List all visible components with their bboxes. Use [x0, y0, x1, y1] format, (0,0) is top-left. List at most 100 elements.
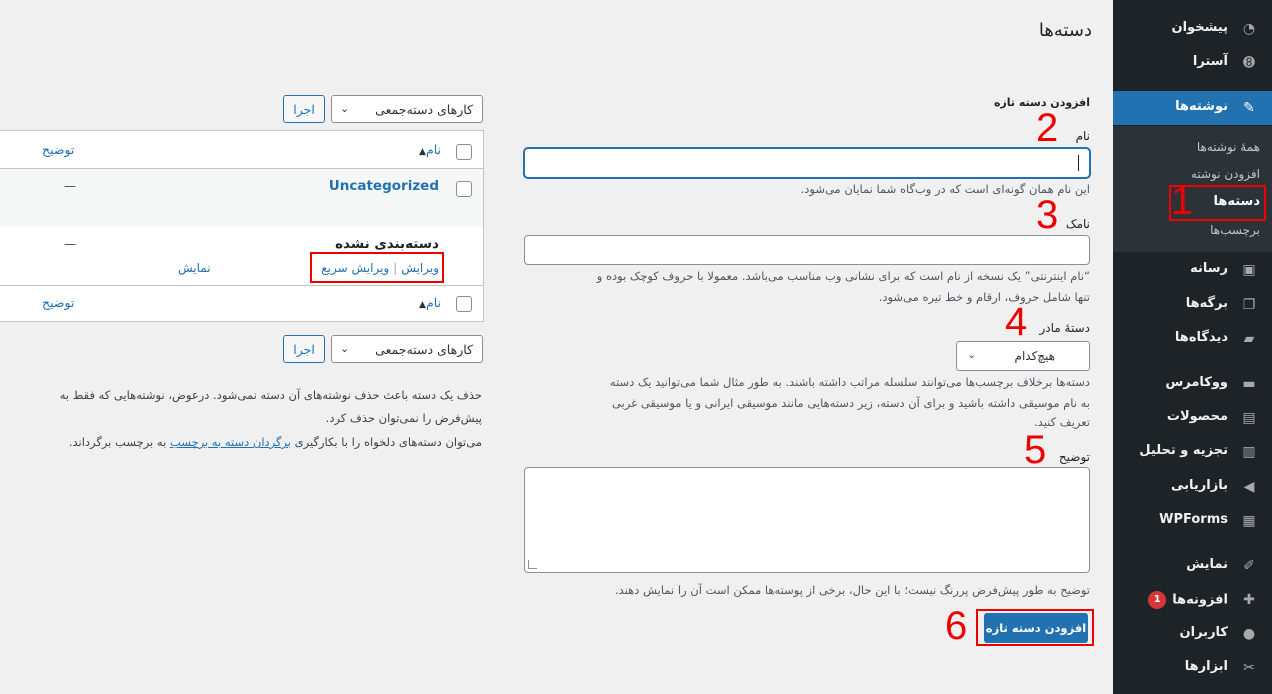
- menu-posts[interactable]: ✎ نوشته‌ها: [1105, 91, 1272, 125]
- category-name-link[interactable]: Uncategorized: [329, 178, 439, 194]
- annotation-1: 1: [1171, 179, 1194, 223]
- comments-icon: ▰: [1243, 331, 1255, 347]
- note-text: به برچسب برگرداند.: [68, 435, 170, 449]
- row-checkbox[interactable]: [456, 181, 472, 197]
- column-name-sort-bottom[interactable]: نام▲: [415, 295, 441, 310]
- appearance-icon: ✐: [1243, 558, 1255, 574]
- menu-marketing[interactable]: ◀ بازاریابی: [1113, 470, 1272, 504]
- admin-sidebar: ◔ پیشخوان ➑ آسترا ✎ نوشته‌ها همهٔ نوشته‌ها …: [1105, 0, 1272, 694]
- apply-button-top[interactable]: اجرا: [283, 95, 325, 123]
- woocommerce-icon: ▬: [1242, 376, 1256, 392]
- name-input[interactable]: [524, 148, 1090, 178]
- wpforms-icon: ▦: [1242, 513, 1256, 529]
- menu-plugins[interactable]: ✚ افزونه‌ها 1: [1113, 583, 1272, 617]
- table-footer: نام▲ توضیح: [0, 285, 483, 321]
- menu-astra[interactable]: ➑ آسترا: [1113, 46, 1272, 80]
- menu-label: رسانه: [1190, 261, 1228, 276]
- menu-label: کاربران: [1179, 625, 1228, 640]
- submenu-add-post[interactable]: افزودن نوشته: [1191, 167, 1260, 181]
- annotation-4: 4: [1005, 300, 1028, 344]
- annotation-5: 5: [1024, 428, 1047, 472]
- column-description[interactable]: توضیح: [42, 142, 74, 157]
- note-text: می‌توان دسته‌های دلخواه را با بکارگیری: [291, 435, 482, 449]
- bulk-actions-select-bottom[interactable]: کارهای دسته‌جمعی ⌄: [331, 335, 483, 363]
- note-line-1: حذف یک دسته باعث حذف نوشته‌های آن دسته ن…: [59, 388, 482, 402]
- menu-analytics[interactable]: ▥ تجزیه و تحلیل: [1113, 435, 1272, 469]
- highlight-row-actions: [310, 252, 444, 283]
- bulk-actions-value: کارهای دسته‌جمعی: [375, 342, 473, 357]
- text-cursor: [1078, 155, 1079, 171]
- menu-media[interactable]: ▣ رسانه: [1113, 253, 1272, 287]
- menu-label: محصولات: [1166, 409, 1228, 424]
- description-label: توضیح: [1058, 450, 1090, 464]
- annotation-3: 3: [1036, 193, 1059, 237]
- menu-label: تجزیه و تحلیل: [1139, 443, 1228, 458]
- slug-input[interactable]: [524, 235, 1090, 265]
- pin-icon: ✎: [1243, 100, 1255, 116]
- menu-dashboard[interactable]: ◔ پیشخوان: [1113, 12, 1272, 46]
- menu-label: ابزارها: [1184, 659, 1228, 674]
- menu-appearance[interactable]: ✐ نمایش: [1113, 549, 1272, 583]
- menu-label: دیدگاه‌ها: [1174, 330, 1228, 345]
- submenu-tags[interactable]: برچسب‌ها: [1210, 223, 1260, 237]
- description-textarea[interactable]: [524, 467, 1090, 573]
- note-line-2: پیش‌فرض را نمی‌توان حذف کرد.: [325, 411, 482, 425]
- parent-label: دستهٔ مادر: [1039, 321, 1091, 335]
- pages-icon: ❐: [1242, 297, 1256, 313]
- menu-label: آسترا: [1192, 54, 1228, 69]
- menu-wpforms[interactable]: ▦ WPForms: [1113, 504, 1272, 538]
- chevron-down-icon: ⌄: [340, 102, 350, 115]
- users-icon: ●: [1242, 626, 1256, 642]
- parent-select[interactable]: هیچ‌کدام ⌄: [956, 341, 1090, 371]
- menu-woocommerce[interactable]: ▬ ووکامرس: [1113, 367, 1272, 401]
- note-line-3: می‌توان دسته‌های دلخواه را با بکارگیری ب…: [69, 432, 482, 453]
- category-description: —: [64, 179, 76, 193]
- column-name-sort[interactable]: نام▲: [415, 142, 441, 157]
- menu-label: WPForms: [1159, 512, 1228, 527]
- megaphone-icon: ◀: [1243, 479, 1255, 495]
- slug-label: نامک: [1065, 217, 1090, 231]
- menu-label: نمایش: [1186, 557, 1228, 572]
- tools-icon: ✂: [1243, 660, 1255, 676]
- category-to-tag-link[interactable]: برگردان دسته به برچسب: [170, 435, 291, 449]
- astra-icon: ➑: [1243, 55, 1255, 71]
- chevron-down-icon: ⌄: [340, 342, 350, 355]
- resize-handle[interactable]: [528, 560, 537, 569]
- table-row: Uncategorized —: [0, 169, 483, 227]
- dashboard-icon: ◔: [1242, 21, 1256, 37]
- menu-comments[interactable]: ▰ دیدگاه‌ها: [1113, 322, 1272, 356]
- column-name-label: نام: [425, 295, 441, 310]
- column-description-bottom[interactable]: توضیح: [42, 295, 74, 310]
- menu-tools[interactable]: ✂ ابزارها: [1113, 651, 1272, 685]
- parent-help-3: تعریف کنید.: [1034, 415, 1090, 429]
- slug-help-1: “نام اینترنتی” یک نسخه از نام است که برا…: [596, 269, 1090, 283]
- menu-pages[interactable]: ❐ برگه‌ها: [1113, 288, 1272, 322]
- parent-help-2: به نام موسیقی داشته باشید و برای آن دسته…: [612, 396, 1090, 410]
- plugins-icon: ✚: [1243, 592, 1255, 608]
- menu-products[interactable]: ▤ محصولات: [1113, 401, 1272, 435]
- annotation-6: 6: [945, 604, 968, 648]
- menu-label: ووکامرس: [1165, 375, 1228, 390]
- menu-label: بازاریابی: [1171, 478, 1228, 493]
- highlight-add-button: [976, 609, 1094, 646]
- sort-up-icon: ▲: [419, 300, 426, 310]
- category-description: —: [64, 237, 76, 251]
- select-all-checkbox[interactable]: [456, 144, 472, 160]
- description-help: توضیح به طور پیش‌فرض پررنگ نیست؛ با این …: [615, 583, 1090, 597]
- select-all-checkbox-bottom[interactable]: [456, 296, 472, 312]
- annotation-2: 2: [1036, 106, 1059, 150]
- products-icon: ▤: [1242, 410, 1256, 426]
- chevron-down-icon: ⌄: [967, 348, 977, 361]
- submenu-all-posts[interactable]: همهٔ نوشته‌ها: [1197, 140, 1260, 154]
- view-link[interactable]: نمایش: [178, 261, 211, 275]
- parent-help-1: دسته‌ها برخلاف برچسب‌ها می‌توانند سلسله …: [609, 375, 1090, 389]
- menu-label: نوشته‌ها: [1175, 99, 1228, 114]
- bulk-actions-value: کارهای دسته‌جمعی: [375, 102, 473, 117]
- apply-button-bottom[interactable]: اجرا: [283, 335, 325, 363]
- menu-users[interactable]: ● کاربران: [1113, 617, 1272, 651]
- analytics-icon: ▥: [1242, 444, 1256, 460]
- bulk-actions-select-top[interactable]: کارهای دسته‌جمعی ⌄: [331, 95, 483, 123]
- table-header: نام▲ توضیح: [0, 131, 483, 169]
- categories-table: نام▲ توضیح Uncategorized — دسته‌بندی نشد…: [0, 130, 484, 322]
- plugins-label: افزونه‌ها: [1172, 592, 1228, 608]
